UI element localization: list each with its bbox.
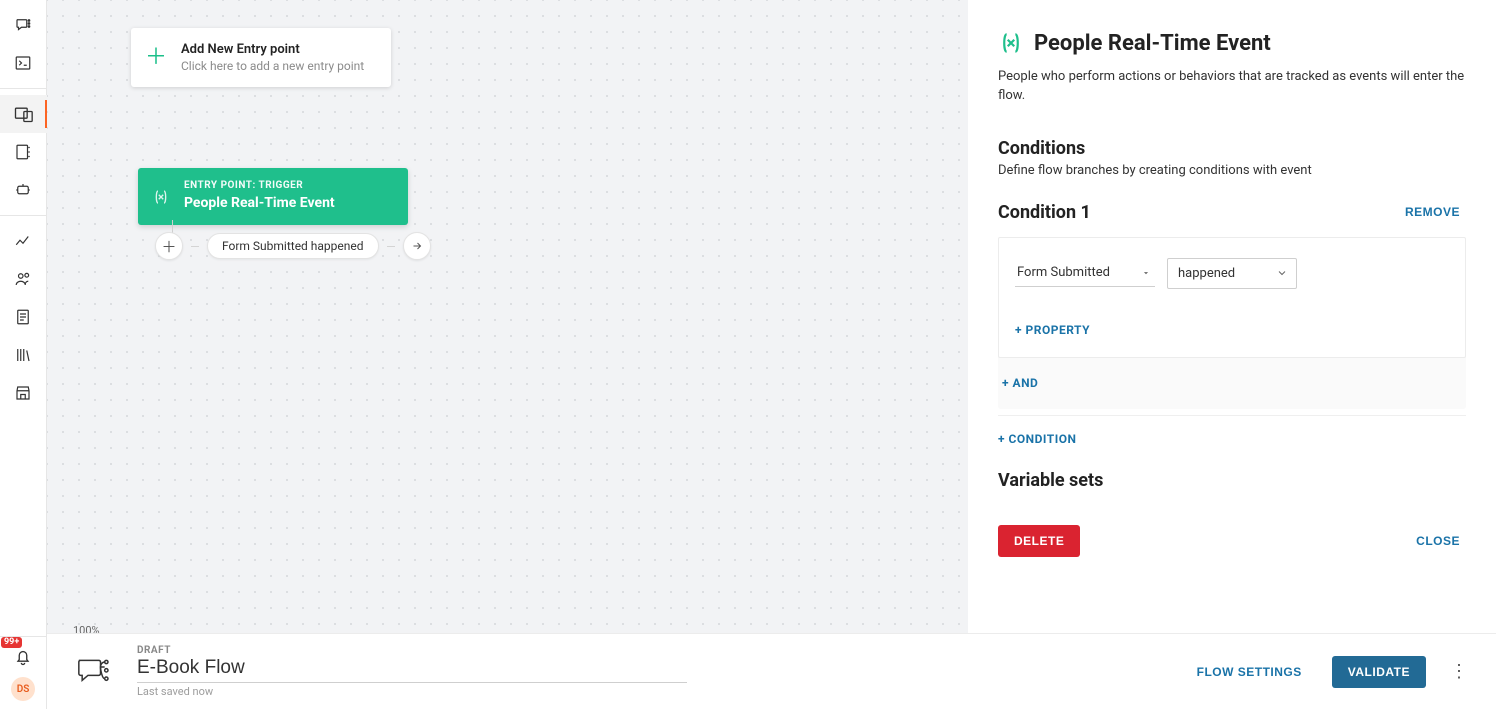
flow-canvas[interactable]: ＋ Add New Entry point Click here to add … bbox=[47, 0, 968, 709]
conditions-heading: Conditions bbox=[998, 138, 1466, 159]
condition-box: Form Submitted happened + PROPERTY bbox=[998, 237, 1466, 409]
last-saved-text: Last saved now bbox=[137, 685, 687, 698]
condition-chip[interactable]: Form Submitted happened bbox=[207, 233, 379, 259]
chevron-down-icon bbox=[1276, 267, 1288, 279]
panel-title: People Real-Time Event bbox=[1034, 31, 1271, 56]
next-branch-button[interactable] bbox=[403, 232, 431, 260]
close-button[interactable]: CLOSE bbox=[1410, 533, 1466, 549]
flow-settings-button[interactable]: FLOW SETTINGS bbox=[1191, 664, 1308, 680]
validate-button[interactable]: VALIDATE bbox=[1332, 656, 1426, 688]
trigger-overline: ENTRY POINT: TRIGGER bbox=[184, 180, 394, 191]
bottom-bar: DRAFT Last saved now FLOW SETTINGS VALID… bbox=[47, 633, 1496, 709]
event-select[interactable]: Form Submitted bbox=[1015, 259, 1155, 287]
operator-select[interactable]: happened bbox=[1167, 258, 1297, 289]
rail-terminal-icon[interactable] bbox=[0, 44, 47, 82]
plus-icon: ＋ bbox=[145, 47, 167, 69]
flow-status: DRAFT bbox=[137, 645, 687, 656]
add-entry-title: Add New Entry point bbox=[181, 42, 377, 57]
rail-store-icon[interactable] bbox=[0, 374, 47, 412]
flow-icon bbox=[73, 655, 113, 689]
add-entry-point-card[interactable]: ＋ Add New Entry point Click here to add … bbox=[131, 28, 391, 87]
panel-description: People who perform actions or behaviors … bbox=[998, 68, 1466, 106]
chevron-down-icon bbox=[1141, 268, 1151, 278]
rail-analytics-icon[interactable] bbox=[0, 222, 47, 260]
rail-bot-icon[interactable] bbox=[0, 171, 47, 209]
notifications-button[interactable]: 99+ bbox=[13, 647, 33, 667]
side-panel: People Real-Time Event People who perfor… bbox=[968, 0, 1496, 709]
rail-library-icon[interactable] bbox=[0, 336, 47, 374]
add-branch-button[interactable]: ＋ bbox=[155, 232, 183, 260]
variable-icon bbox=[152, 188, 170, 206]
trigger-node[interactable]: ENTRY POINT: TRIGGER People Real-Time Ev… bbox=[138, 168, 408, 225]
rail-flow-icon[interactable] bbox=[0, 95, 47, 133]
rail-doc-icon[interactable] bbox=[0, 298, 47, 336]
notification-badge: 99+ bbox=[1, 637, 22, 648]
add-entry-subtitle: Click here to add a new entry point bbox=[181, 59, 377, 73]
more-menu-button[interactable]: ⋮ bbox=[1450, 661, 1470, 682]
rail-messages-icon[interactable] bbox=[0, 6, 47, 44]
avatar[interactable]: DS bbox=[11, 677, 35, 701]
rail-people-icon[interactable] bbox=[0, 260, 47, 298]
remove-condition-button[interactable]: REMOVE bbox=[1399, 204, 1466, 220]
rail-contacts-icon[interactable] bbox=[0, 133, 47, 171]
variable-sets-heading: Variable sets bbox=[998, 470, 1466, 491]
trigger-title: People Real-Time Event bbox=[184, 195, 394, 211]
add-condition-button[interactable]: + CONDITION bbox=[998, 430, 1466, 464]
condition-1-label: Condition 1 bbox=[998, 202, 1091, 223]
conditions-subheading: Define flow branches by creating conditi… bbox=[998, 163, 1466, 178]
delete-button[interactable]: DELETE bbox=[998, 525, 1080, 557]
add-property-button[interactable]: + PROPERTY bbox=[1015, 313, 1090, 347]
add-and-button[interactable]: + AND bbox=[1000, 376, 1040, 390]
flow-name-input[interactable] bbox=[137, 656, 687, 683]
condition-branch-row: ＋ Form Submitted happened bbox=[155, 232, 431, 260]
left-nav-rail: 99+ DS bbox=[0, 0, 47, 709]
variable-icon bbox=[998, 30, 1024, 56]
